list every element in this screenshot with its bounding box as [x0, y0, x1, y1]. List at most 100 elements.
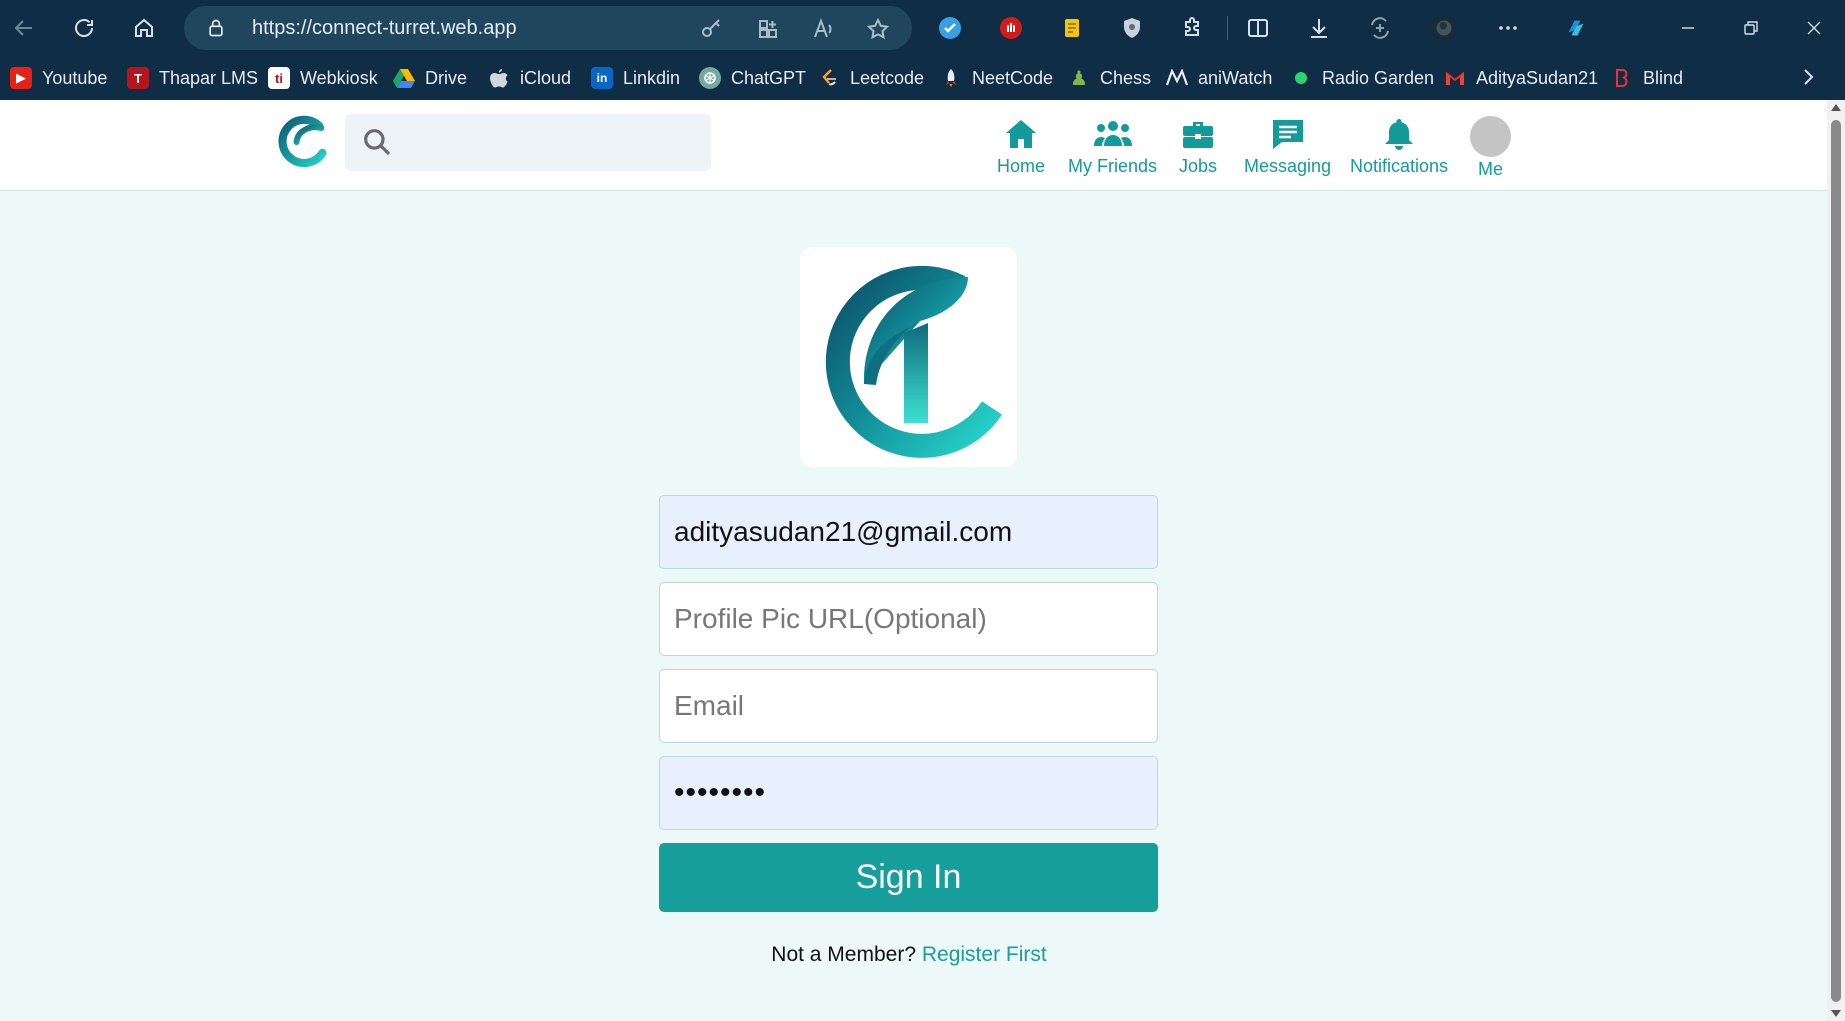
- minimize-icon[interactable]: [1670, 10, 1706, 46]
- bookmark-drive[interactable]: Drive: [393, 64, 467, 92]
- bookmark-label: ChatGPT: [731, 67, 807, 88]
- friends-icon: [1093, 121, 1132, 146]
- extension-checkmark-icon[interactable]: [934, 12, 966, 44]
- register-prompt: Not a Member? Register First: [0, 943, 1818, 967]
- bell-icon: [1385, 119, 1414, 150]
- bookmark-label: Thapar LMS: [159, 67, 259, 88]
- bookmark-radio-garden[interactable]: Radio Garden: [1290, 64, 1434, 92]
- email-field[interactable]: [659, 669, 1158, 743]
- brand-logo-card: [800, 247, 1017, 467]
- apple-icon: [488, 67, 510, 89]
- nav-label: Me: [1477, 159, 1503, 179]
- bookmark-label: AdityaSudan21: [1476, 67, 1599, 88]
- register-prompt-text: Not a Member?: [771, 943, 917, 966]
- connect-turret-logo[interactable]: [276, 114, 330, 168]
- profile-icon[interactable]: [1428, 12, 1460, 44]
- extension-notes-icon[interactable]: [1056, 12, 1088, 44]
- split-screen-icon[interactable]: [1242, 12, 1274, 44]
- scrollbar-thumb[interactable]: [1831, 120, 1841, 1002]
- nav-my-friends[interactable]: My Friends: [1068, 116, 1157, 177]
- page-viewport: Home My Friends Jobs Messaging Notificat…: [0, 100, 1827, 1021]
- linkedin-icon: in: [591, 67, 613, 89]
- copilot-icon[interactable]: [1556, 12, 1596, 44]
- chess-icon: ♟: [1070, 67, 1088, 90]
- toolbar-divider: [1227, 16, 1228, 40]
- bookmark-label: Chess: [1100, 67, 1152, 88]
- thapar-lms-icon: T: [127, 67, 149, 89]
- extension-shield-icon[interactable]: [1116, 12, 1148, 44]
- bookmark-label: iCloud: [520, 67, 572, 88]
- page-scrollbar[interactable]: [1827, 100, 1845, 1021]
- bookmark-leetcode[interactable]: Leetcode: [818, 64, 924, 92]
- leetcode-icon: [818, 67, 840, 89]
- home-browser-icon[interactable]: [124, 8, 164, 48]
- bookmark-linkedin[interactable]: in Linkdin: [591, 64, 680, 92]
- site-search-box[interactable]: [345, 114, 711, 171]
- reload-icon[interactable]: [64, 8, 104, 48]
- chatgpt-icon: [699, 67, 721, 89]
- extension-hand-icon[interactable]: [995, 12, 1027, 44]
- nav-notifications[interactable]: Notifications: [1350, 116, 1448, 177]
- bookmarks-overflow-icon[interactable]: [1800, 63, 1816, 91]
- url-text[interactable]: https://connect-turret.web.app: [252, 17, 517, 40]
- nav-home[interactable]: Home: [997, 116, 1045, 177]
- bookmark-label: Radio Garden: [1322, 67, 1435, 88]
- download-icon[interactable]: [1303, 12, 1335, 44]
- bookmark-youtube[interactable]: ▶ Youtube: [10, 64, 107, 92]
- nav-label: Jobs: [1179, 156, 1218, 176]
- restore-icon[interactable]: [1733, 10, 1769, 46]
- bookmarks-bar: ▶ Youtube T Thapar LMS ti Webkiosk Drive…: [0, 56, 1845, 100]
- briefcase-icon: [1183, 122, 1214, 148]
- bookmark-thapar-lms[interactable]: T Thapar LMS: [127, 64, 258, 92]
- nav-label: My Friends: [1068, 156, 1158, 176]
- back-icon[interactable]: [4, 8, 44, 48]
- scroll-down-icon[interactable]: [1831, 1010, 1841, 1017]
- scroll-up-icon[interactable]: [1831, 104, 1841, 111]
- more-options-icon[interactable]: [1492, 12, 1524, 44]
- register-link[interactable]: Register First: [922, 943, 1047, 966]
- bookmark-label: Webkiosk: [300, 67, 378, 88]
- home-icon: [1006, 120, 1036, 148]
- sign-in-button[interactable]: Sign In: [659, 843, 1158, 912]
- name-field[interactable]: [659, 495, 1158, 569]
- webkiosk-icon: ti: [268, 67, 290, 89]
- read-aloud-icon[interactable]: [812, 17, 836, 41]
- site-header: Home My Friends Jobs Messaging Notificat…: [0, 100, 1827, 191]
- browser-toolbar: https://connect-turret.web.app: [0, 0, 1845, 56]
- bookmark-chess[interactable]: ♟ Chess: [1068, 64, 1151, 92]
- nav-messaging[interactable]: Messaging: [1244, 116, 1331, 177]
- bookmark-webkiosk[interactable]: ti Webkiosk: [268, 64, 378, 92]
- nav-jobs[interactable]: Jobs: [1179, 116, 1217, 177]
- bookmark-label: Youtube: [42, 67, 108, 88]
- app-available-icon[interactable]: [756, 17, 780, 41]
- search-input[interactable]: [405, 124, 695, 160]
- close-icon[interactable]: [1796, 10, 1832, 46]
- radio-garden-icon: [1290, 67, 1312, 89]
- profile-pic-url-field[interactable]: [659, 582, 1158, 656]
- bookmark-label: aniWatch: [1198, 67, 1273, 88]
- favorite-star-icon[interactable]: [866, 17, 890, 41]
- bookmark-label: Blind: [1643, 67, 1684, 88]
- browser-essentials-icon[interactable]: [1364, 12, 1396, 44]
- bookmark-icloud[interactable]: iCloud: [488, 64, 571, 92]
- address-bar[interactable]: https://connect-turret.web.app: [184, 6, 912, 50]
- neetcode-icon: [940, 67, 962, 89]
- bookmark-adityasudan21[interactable]: AdityaSudan21: [1444, 64, 1598, 92]
- bookmark-label: Drive: [425, 67, 468, 88]
- gmail-icon: [1444, 67, 1466, 89]
- bookmark-neetcode[interactable]: NeetCode: [940, 64, 1053, 92]
- bookmark-label: Leetcode: [850, 67, 925, 88]
- nav-label: Notifications: [1350, 156, 1449, 176]
- search-icon: [364, 129, 391, 156]
- nav-label: Home: [997, 156, 1046, 176]
- bookmark-blind[interactable]: Blind: [1611, 64, 1683, 92]
- nav-me[interactable]: Me: [1470, 116, 1511, 180]
- password-field[interactable]: [659, 756, 1158, 830]
- lock-icon: [209, 19, 223, 37]
- extensions-puzzle-icon[interactable]: [1176, 12, 1208, 44]
- nav-label: Messaging: [1244, 156, 1332, 176]
- key-icon[interactable]: [699, 17, 723, 41]
- bookmark-aniwatch[interactable]: aniWatch: [1166, 64, 1272, 92]
- google-drive-icon: [393, 67, 415, 89]
- bookmark-chatgpt[interactable]: ChatGPT: [699, 64, 806, 92]
